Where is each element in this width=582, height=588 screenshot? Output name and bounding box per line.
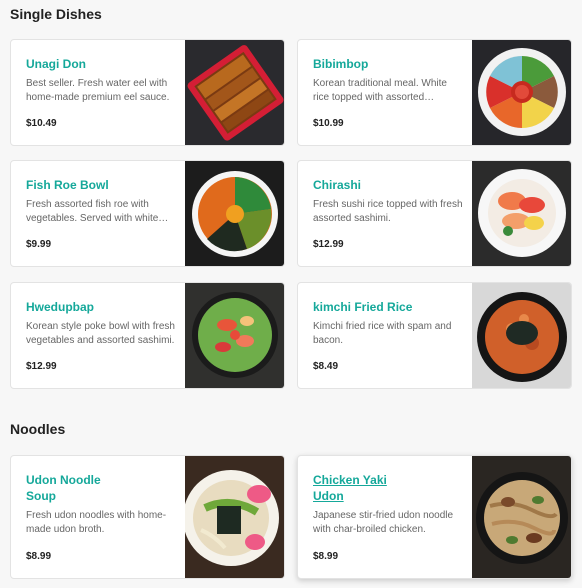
menu-item-price: $12.99: [313, 239, 344, 250]
menu-item-price: $10.99: [313, 118, 344, 129]
menu-item-price: $9.99: [26, 239, 52, 250]
menu-item-name[interactable]: kimchi Fried Rice: [313, 299, 463, 315]
menu-item-name[interactable]: Unagi Don: [26, 56, 176, 72]
menu-item-description: Fresh assorted fish roe with vegetables.…: [26, 199, 159, 224]
menu-item-price: $8.99: [313, 551, 339, 562]
menu-item-card-unagi-don[interactable]: Unagi Don Best seller. Fresh water eel w…: [10, 39, 285, 146]
menu-item-photo: [472, 283, 571, 388]
menu-item-photo: [472, 161, 571, 266]
menu-item-description: Fresh sushi rice topped with fresh assor…: [313, 199, 463, 224]
menu-item-name[interactable]: Hwedupbap: [26, 299, 176, 315]
menu-item-price: $8.99: [26, 551, 52, 562]
menu-item-card-chicken-yaki-udon[interactable]: Chicken Yaki Udon Japanese stir-fried ud…: [297, 455, 572, 579]
menu-item-photo: [185, 456, 284, 578]
menu-item-photo: [185, 283, 284, 388]
menu-item-photo: [472, 40, 571, 145]
menu-item-description: Korean traditional meal. White rice topp…: [313, 78, 447, 103]
menu-item-description: Kimchi fried rice with spam and bacon.: [313, 321, 452, 346]
menu-item-name[interactable]: Fish Roe Bowl: [26, 177, 176, 193]
menu-item-photo: [185, 40, 284, 145]
menu-item-card-bibimbop[interactable]: Bibimbop Korean traditional meal. White …: [297, 39, 572, 146]
menu-item-photo: [472, 456, 571, 578]
menu-item-card-hwedupbap[interactable]: Hwedupbap Korean style poke bowl with fr…: [10, 282, 285, 389]
menu-item-description: Japanese stir-fried udon noodle with cha…: [313, 510, 454, 535]
menu-item-description: Fresh udon noodles with home-made udon b…: [26, 510, 167, 535]
menu-item-price: $8.49: [313, 361, 339, 372]
section-title-single-dishes: Single Dishes: [10, 6, 102, 22]
menu-item-name[interactable]: Bibimbop: [313, 56, 463, 72]
menu-item-name[interactable]: Chirashi: [313, 177, 463, 193]
menu-item-description: Best seller. Fresh water eel with home-m…: [26, 78, 170, 103]
menu-item-card-fish-roe-bowl[interactable]: Fish Roe Bowl Fresh assorted fish roe wi…: [10, 160, 285, 267]
menu-item-card-chirashi[interactable]: Chirashi Fresh sushi rice topped with fr…: [297, 160, 572, 267]
menu-item-price: $12.99: [26, 361, 57, 372]
menu-item-name[interactable]: Udon Noodle Soup: [26, 472, 106, 504]
section-title-noodles: Noodles: [10, 421, 66, 437]
menu-item-card-kimchi-fried-rice[interactable]: kimchi Fried Rice Kimchi fried rice with…: [297, 282, 572, 389]
menu-item-name[interactable]: Chicken Yaki Udon: [313, 472, 393, 504]
menu-item-photo: [185, 161, 284, 266]
menu-item-price: $10.49: [26, 118, 57, 129]
menu-item-card-udon-noodle-soup[interactable]: Udon Noodle Soup Fresh udon noodles with…: [10, 455, 285, 579]
menu-item-description: Korean style poke bowl with fresh vegeta…: [26, 321, 175, 346]
